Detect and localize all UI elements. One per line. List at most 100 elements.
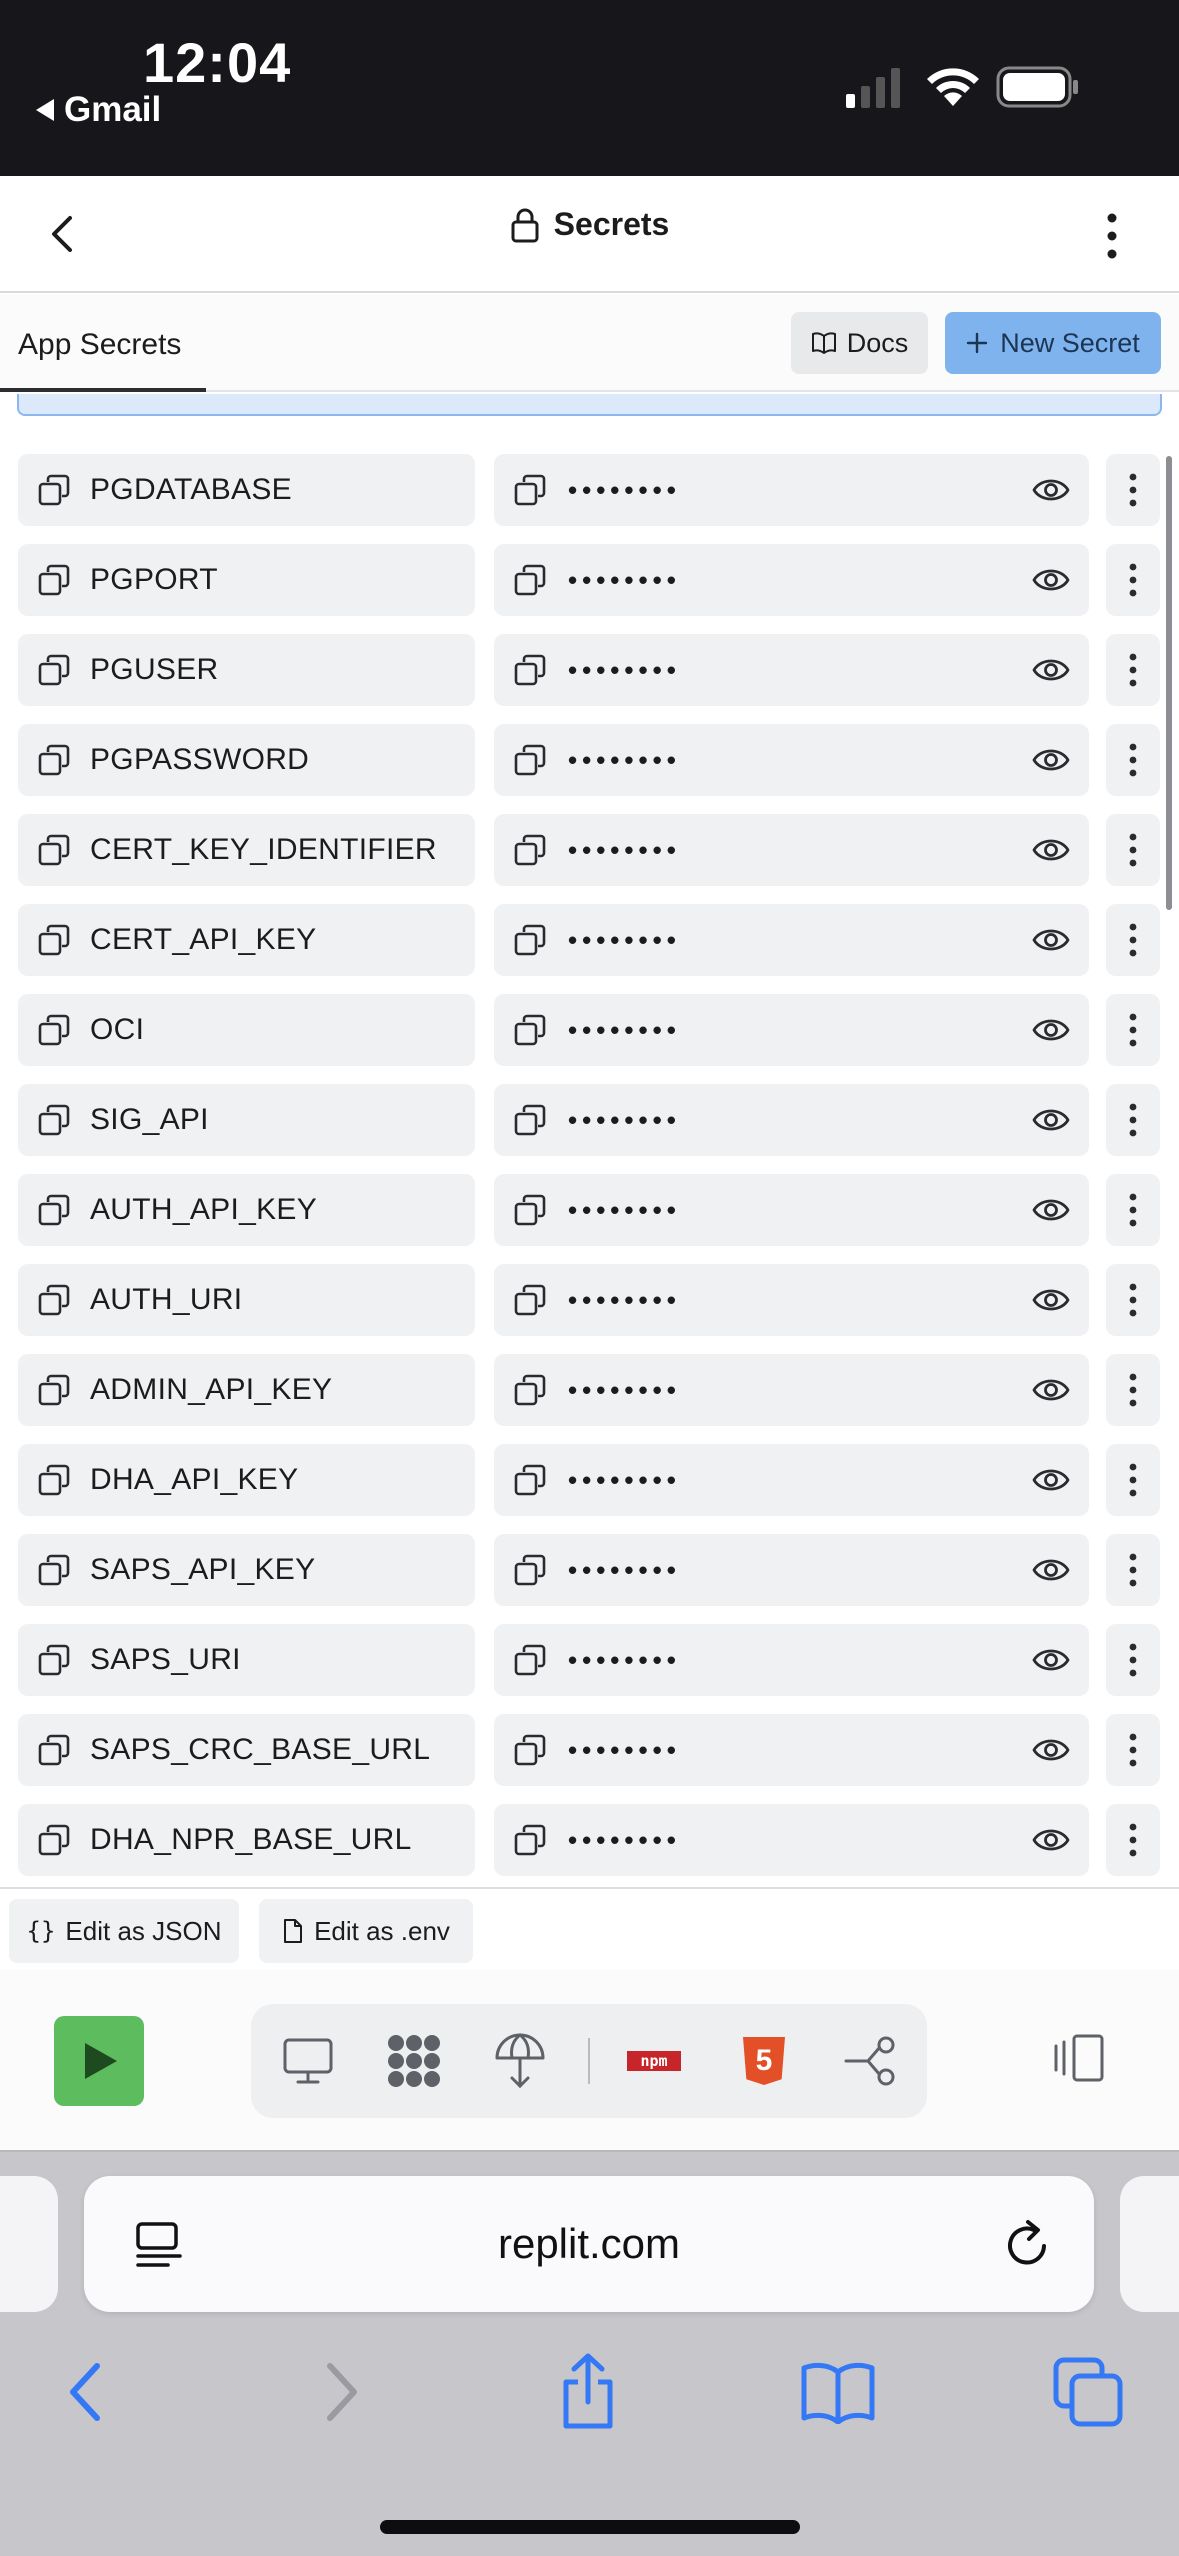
secret-value-field[interactable]: •••••••• bbox=[494, 1624, 1089, 1696]
copy-icon[interactable] bbox=[512, 1372, 548, 1408]
copy-icon[interactable] bbox=[512, 1642, 548, 1678]
copy-icon[interactable] bbox=[512, 1102, 548, 1138]
copy-icon[interactable] bbox=[36, 1732, 72, 1768]
eye-icon[interactable] bbox=[1031, 650, 1071, 690]
copy-icon[interactable] bbox=[36, 1642, 72, 1678]
secret-row-menu-button[interactable] bbox=[1106, 454, 1160, 526]
copy-icon[interactable] bbox=[512, 1552, 548, 1588]
copy-icon[interactable] bbox=[512, 1822, 548, 1858]
eye-icon[interactable] bbox=[1031, 740, 1071, 780]
copy-icon[interactable] bbox=[36, 1282, 72, 1318]
secret-key-field[interactable]: OCI bbox=[18, 994, 475, 1066]
secret-row-menu-button[interactable] bbox=[1106, 1624, 1160, 1696]
secret-key-field[interactable]: PGPORT bbox=[18, 544, 475, 616]
copy-icon[interactable] bbox=[512, 1192, 548, 1228]
tool-webview[interactable] bbox=[279, 2032, 337, 2090]
copy-icon[interactable] bbox=[36, 1552, 72, 1588]
bookmarks-button[interactable] bbox=[798, 2352, 878, 2432]
secret-value-field[interactable]: •••••••• bbox=[494, 454, 1089, 526]
secret-key-field[interactable]: ADMIN_API_KEY bbox=[18, 1354, 475, 1426]
copy-icon[interactable] bbox=[36, 1012, 72, 1048]
secret-key-field[interactable]: CERT_KEY_IDENTIFIER bbox=[18, 814, 475, 886]
secret-value-field[interactable]: •••••••• bbox=[494, 1534, 1089, 1606]
eye-icon[interactable] bbox=[1031, 560, 1071, 600]
eye-icon[interactable] bbox=[1031, 470, 1071, 510]
tool-npm[interactable]: npm bbox=[623, 2032, 685, 2090]
copy-icon[interactable] bbox=[512, 1012, 548, 1048]
previous-tab-peek[interactable] bbox=[0, 2176, 58, 2312]
copy-icon[interactable] bbox=[512, 1282, 548, 1318]
copy-icon[interactable] bbox=[36, 562, 72, 598]
secret-value-field[interactable]: •••••••• bbox=[494, 1444, 1089, 1516]
secret-key-field[interactable]: SIG_API bbox=[18, 1084, 475, 1156]
secret-row-menu-button[interactable] bbox=[1106, 1174, 1160, 1246]
secret-row-menu-button[interactable] bbox=[1106, 724, 1160, 796]
copy-icon[interactable] bbox=[512, 1462, 548, 1498]
edit-as-json-button[interactable]: {} Edit as JSON bbox=[9, 1899, 239, 1963]
secret-key-field[interactable]: PGUSER bbox=[18, 634, 475, 706]
run-button[interactable] bbox=[54, 2016, 144, 2106]
eye-icon[interactable] bbox=[1031, 1550, 1071, 1590]
address-bar[interactable]: replit.com bbox=[84, 2176, 1094, 2312]
secret-value-field[interactable]: •••••••• bbox=[494, 1174, 1089, 1246]
browser-back-button[interactable] bbox=[46, 2352, 126, 2432]
secret-row-menu-button[interactable] bbox=[1106, 634, 1160, 706]
secret-value-field[interactable]: •••••••• bbox=[494, 904, 1089, 976]
eye-icon[interactable] bbox=[1031, 830, 1071, 870]
eye-icon[interactable] bbox=[1031, 1370, 1071, 1410]
secret-key-field[interactable]: CERT_API_KEY bbox=[18, 904, 475, 976]
copy-icon[interactable] bbox=[36, 742, 72, 778]
secret-row-menu-button[interactable] bbox=[1106, 1354, 1160, 1426]
secret-key-field[interactable]: AUTH_API_KEY bbox=[18, 1174, 475, 1246]
back-to-app-link[interactable]: Gmail bbox=[36, 90, 161, 130]
copy-icon[interactable] bbox=[36, 1102, 72, 1138]
secret-key-field[interactable]: AUTH_URI bbox=[18, 1264, 475, 1336]
tab-app-secrets[interactable]: App Secrets bbox=[0, 294, 206, 392]
secret-value-field[interactable]: •••••••• bbox=[494, 1714, 1089, 1786]
secret-value-field[interactable]: •••••••• bbox=[494, 1354, 1089, 1426]
reload-icon[interactable] bbox=[998, 2216, 1056, 2274]
secret-key-field[interactable]: SAPS_CRC_BASE_URL bbox=[18, 1714, 475, 1786]
secret-key-field[interactable]: DHA_NPR_BASE_URL bbox=[18, 1804, 475, 1876]
tool-packages[interactable] bbox=[385, 2032, 443, 2090]
eye-icon[interactable] bbox=[1031, 1730, 1071, 1770]
new-secret-button[interactable]: New Secret bbox=[945, 312, 1161, 374]
secret-row-menu-button[interactable] bbox=[1106, 1444, 1160, 1516]
secret-value-field[interactable]: •••••••• bbox=[494, 814, 1089, 886]
copy-icon[interactable] bbox=[36, 1192, 72, 1228]
secret-row-menu-button[interactable] bbox=[1106, 904, 1160, 976]
copy-icon[interactable] bbox=[512, 832, 548, 868]
secret-row-menu-button[interactable] bbox=[1106, 814, 1160, 886]
eye-icon[interactable] bbox=[1031, 1280, 1071, 1320]
secret-key-field[interactable]: PGDATABASE bbox=[18, 454, 475, 526]
copy-icon[interactable] bbox=[512, 742, 548, 778]
secret-row-menu-button[interactable] bbox=[1106, 1714, 1160, 1786]
copy-icon[interactable] bbox=[512, 472, 548, 508]
secret-value-field[interactable]: •••••••• bbox=[494, 994, 1089, 1066]
eye-icon[interactable] bbox=[1031, 1100, 1071, 1140]
copy-icon[interactable] bbox=[36, 1822, 72, 1858]
eye-icon[interactable] bbox=[1031, 1460, 1071, 1500]
secret-row-menu-button[interactable] bbox=[1106, 1084, 1160, 1156]
copy-icon[interactable] bbox=[36, 1462, 72, 1498]
secret-value-field[interactable]: •••••••• bbox=[494, 1084, 1089, 1156]
secret-row-menu-button[interactable] bbox=[1106, 994, 1160, 1066]
layout-toggle-icon[interactable] bbox=[1050, 2032, 1108, 2084]
secret-key-field[interactable]: SAPS_API_KEY bbox=[18, 1534, 475, 1606]
secret-row-menu-button[interactable] bbox=[1106, 1534, 1160, 1606]
eye-icon[interactable] bbox=[1031, 1820, 1071, 1860]
copy-icon[interactable] bbox=[512, 562, 548, 598]
secret-key-field[interactable]: DHA_API_KEY bbox=[18, 1444, 475, 1516]
copy-icon[interactable] bbox=[512, 1732, 548, 1768]
secret-key-field[interactable]: PGPASSWORD bbox=[18, 724, 475, 796]
tool-git[interactable] bbox=[841, 2032, 899, 2090]
copy-icon[interactable] bbox=[36, 652, 72, 688]
tool-deploy[interactable] bbox=[491, 2032, 549, 2090]
docs-button[interactable]: Docs bbox=[791, 312, 928, 374]
copy-icon[interactable] bbox=[512, 922, 548, 958]
secret-value-field[interactable]: •••••••• bbox=[494, 1264, 1089, 1336]
secret-key-field[interactable]: SAPS_URI bbox=[18, 1624, 475, 1696]
browser-forward-button[interactable] bbox=[301, 2352, 381, 2432]
eye-icon[interactable] bbox=[1031, 1010, 1071, 1050]
secret-row-menu-button[interactable] bbox=[1106, 1804, 1160, 1876]
